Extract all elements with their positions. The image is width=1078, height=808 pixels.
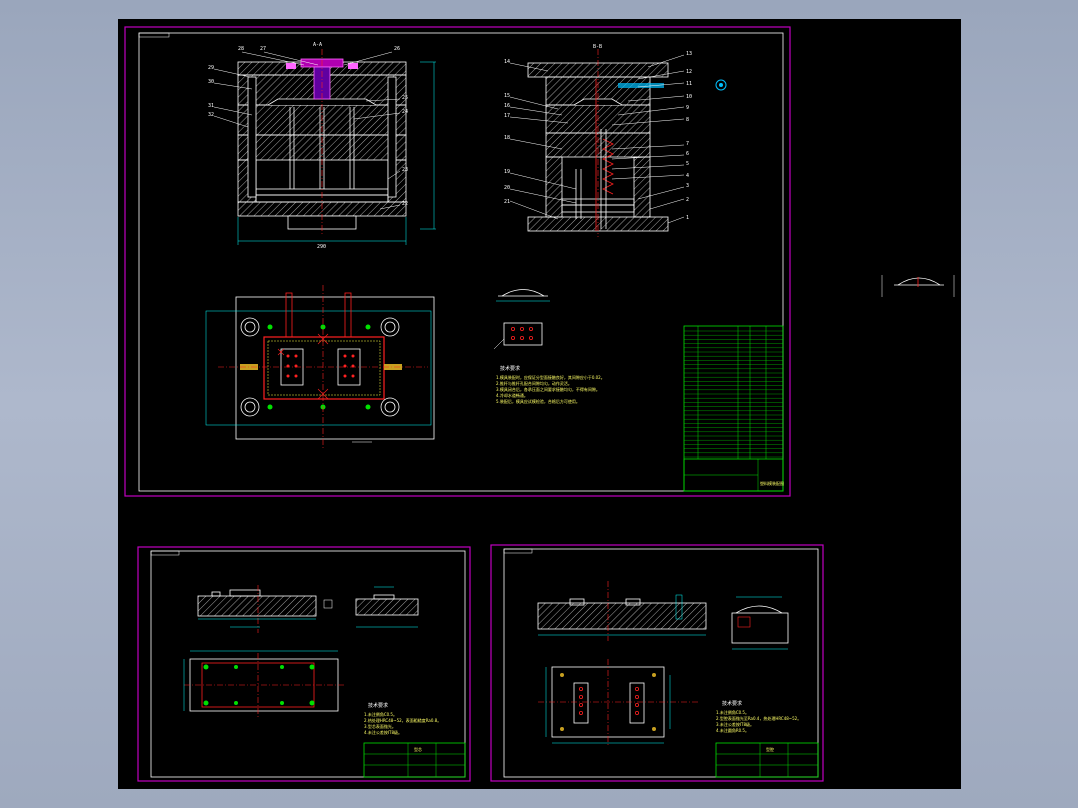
tech-line-3: 3.模具闭合后，各承压面之间要求接触均匀，不得有间隙。 bbox=[496, 386, 600, 392]
balloon-19: 19 bbox=[504, 169, 510, 175]
tech-line-1: 1.未注倒角C0.5。 bbox=[716, 709, 749, 715]
sheet-border bbox=[490, 544, 824, 782]
side-section-view: B-B 14 13 12 11 10 15 16 17 9 8 18 7 6 5… bbox=[504, 44, 727, 237]
tech-line-3: 3.未注公差按IT8级。 bbox=[716, 721, 754, 727]
balloon-13: 13 bbox=[686, 51, 692, 57]
front-section-view: A-A 290 28 27 26 29 30 25 24 31 32 23 22 bbox=[208, 42, 436, 250]
svg-text:290: 290 bbox=[317, 244, 326, 250]
tech-line-4: 4.未注公差按IT8级。 bbox=[364, 729, 402, 735]
title-block-name: 型腔 bbox=[766, 746, 774, 752]
balloon-8: 8 bbox=[686, 117, 689, 123]
balloon-27: 27 bbox=[260, 46, 266, 52]
section-label-aa: A-A bbox=[313, 42, 322, 48]
sheet-border bbox=[137, 546, 471, 782]
balloon-18: 18 bbox=[504, 135, 510, 141]
tech-line-2: 2.型腔表面抛光至Ra0.4，热处理HRC48~52。 bbox=[716, 715, 801, 721]
balloon-17: 17 bbox=[504, 113, 510, 119]
balloon-22: 22 bbox=[402, 201, 408, 207]
tech-requirements-title: 技术要求 bbox=[368, 702, 388, 709]
balloon-10: 10 bbox=[686, 94, 692, 100]
balloon-31: 31 bbox=[208, 103, 214, 109]
title-block-name: 塑料模装配图 bbox=[760, 480, 784, 486]
balloon-14: 14 bbox=[504, 59, 510, 65]
balloon-16: 16 bbox=[504, 103, 510, 109]
plan-view bbox=[205, 285, 435, 449]
balloon-24: 24 bbox=[402, 109, 408, 115]
tech-line-5: 5.装配后，模具应试模检验，合格后方可使用。 bbox=[496, 398, 580, 404]
bill-of-materials: 塑料模装配图 bbox=[683, 325, 784, 492]
balloon-5: 5 bbox=[686, 161, 689, 167]
tech-line-3: 3.型芯表面抛光。 bbox=[364, 723, 396, 729]
section-label-bb: B-B bbox=[593, 44, 602, 50]
sheet-cavity-insert: 技术要求 1.未注倒角C0.5。 2.型腔表面抛光至Ra0.4，热处理HRC48… bbox=[490, 544, 824, 782]
balloon-9: 9 bbox=[686, 105, 689, 111]
balloon-21: 21 bbox=[504, 199, 510, 205]
floating-product-sketch bbox=[881, 275, 955, 297]
tech-line-4: 4.未注圆角R0.5。 bbox=[716, 727, 749, 733]
balloon-7: 7 bbox=[686, 141, 689, 147]
sheet-main-assembly: A-A 290 28 27 26 29 30 25 24 31 32 23 22… bbox=[124, 26, 791, 497]
tech-line-4: 4.冷却水道畅通。 bbox=[496, 392, 528, 398]
tech-requirements-title: 技术要求 bbox=[722, 700, 742, 707]
tech-requirements-title: 技术要求 bbox=[500, 365, 520, 372]
tech-line-1: 1.未注倒角C0.5。 bbox=[364, 711, 397, 717]
title-block-name: 型芯 bbox=[414, 746, 422, 752]
balloon-12: 12 bbox=[686, 69, 692, 75]
balloon-32: 32 bbox=[208, 112, 214, 118]
sheet-core-insert: 技术要求 1.未注倒角C0.5。 2.热处理HRC48~52，表面粗糙度Ra0.… bbox=[137, 546, 471, 782]
balloon-15: 15 bbox=[504, 93, 510, 99]
tech-line-1: 1.模具装配时，应保证分型面接触良好，其间隙应小于0.02。 bbox=[496, 374, 605, 380]
balloon-28: 28 bbox=[238, 46, 244, 52]
balloon-11: 11 bbox=[686, 81, 692, 87]
cad-drawing-viewport[interactable]: A-A 290 28 27 26 29 30 25 24 31 32 23 22… bbox=[118, 19, 961, 789]
balloon-25: 25 bbox=[402, 95, 408, 101]
balloon-4: 4 bbox=[686, 173, 689, 179]
tech-line-2: 2.推杆与推杆孔配合间隙均匀，动作灵活。 bbox=[496, 380, 572, 386]
balloon-1: 1 bbox=[686, 215, 689, 221]
balloon-6: 6 bbox=[686, 151, 689, 157]
tech-requirements-main: 技术要求 1.模具装配时，应保证分型面接触良好，其间隙应小于0.02。 2.推杆… bbox=[496, 365, 605, 404]
balloon-2: 2 bbox=[686, 197, 689, 203]
balloon-3: 3 bbox=[686, 183, 689, 189]
balloon-23: 23 bbox=[402, 167, 408, 173]
balloon-20: 20 bbox=[504, 185, 510, 191]
balloon-29: 29 bbox=[208, 65, 214, 71]
cad-drawing-canvas[interactable]: A-A 290 28 27 26 29 30 25 24 31 32 23 22… bbox=[118, 19, 961, 789]
balloon-26: 26 bbox=[394, 46, 400, 52]
product-detail-view bbox=[493, 289, 550, 350]
balloon-30: 30 bbox=[208, 79, 214, 85]
tech-line-2: 2.热处理HRC48~52，表面粗糙度Ra0.8。 bbox=[364, 717, 441, 723]
